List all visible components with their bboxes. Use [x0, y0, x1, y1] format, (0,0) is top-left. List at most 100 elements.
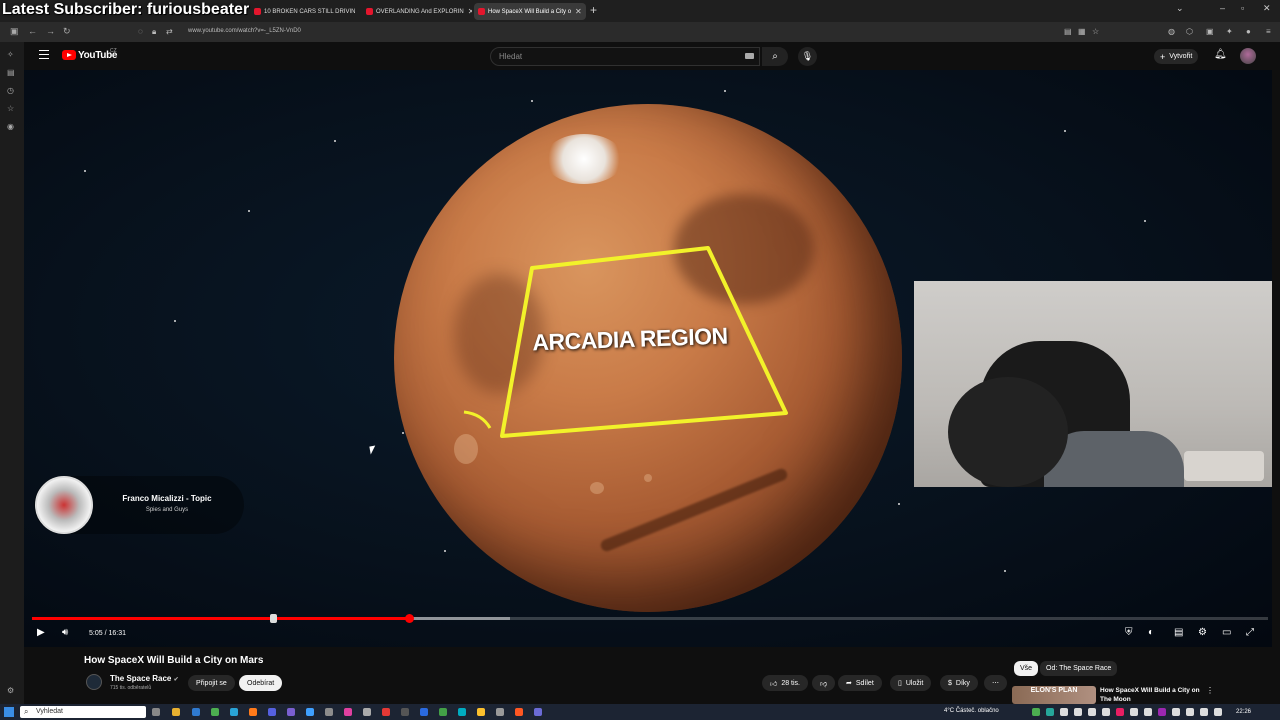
tray-icon[interactable]: [1158, 708, 1166, 716]
sidebar-bookmarks-icon[interactable]: ☆: [7, 104, 14, 113]
minimize-icon[interactable]: –: [1220, 3, 1225, 13]
notifications-bell-icon[interactable]: 🔔︎: [1214, 49, 1227, 60]
menu-icon[interactable]: ≡: [1266, 27, 1271, 36]
tab-broken-cars[interactable]: 10 BROKEN CARS STILL DRIVIN ✕: [250, 3, 360, 20]
settings-icon[interactable]: ⚙: [1198, 627, 1207, 638]
brave-browser-icon[interactable]: [515, 708, 523, 716]
tray-icon[interactable]: [1060, 708, 1068, 716]
search-button[interactable]: ⌕: [762, 47, 788, 66]
app-icon[interactable]: [306, 708, 314, 716]
app-icon[interactable]: [287, 708, 295, 716]
sponsor-shield-icon[interactable]: ⛨: [1125, 627, 1133, 638]
thanks-button[interactable]: $ Díky: [940, 675, 978, 691]
weather-widget[interactable]: 4°C Částeč. oblačno: [944, 708, 999, 714]
app-icon[interactable]: [230, 708, 238, 716]
sidebar-wallet-icon[interactable]: ▤: [7, 68, 15, 77]
task-view-icon[interactable]: [152, 708, 160, 716]
volume-icon[interactable]: 🔊︎: [62, 627, 68, 638]
theater-mode-icon[interactable]: ▭: [1222, 627, 1231, 638]
sidebar-toggle-icon[interactable]: ▣: [10, 26, 19, 37]
taskbar-search[interactable]: ⌕ Vyhledat: [20, 706, 146, 718]
app-icon[interactable]: [420, 708, 428, 716]
extension-icon[interactable]: ▣: [1206, 27, 1214, 36]
save-button[interactable]: ▯ Uložit: [890, 675, 932, 691]
keyboard-icon[interactable]: [745, 53, 754, 59]
forward-icon[interactable]: →: [46, 26, 55, 36]
share-button[interactable]: ➦ Sdílet: [838, 675, 882, 691]
bookmark-star-icon[interactable]: ☆: [1092, 27, 1099, 36]
sidebar-extension-icon[interactable]: ◉: [7, 122, 14, 131]
app-icon[interactable]: [249, 708, 257, 716]
channel-name[interactable]: The Space Race ✔: [110, 674, 179, 683]
video-player[interactable]: ARCADIA REGION Franco Micalizzi - Topic …: [24, 70, 1272, 647]
app-icon[interactable]: [382, 708, 390, 716]
chrome-icon[interactable]: [211, 708, 219, 716]
back-icon[interactable]: ←: [28, 26, 37, 36]
reload-icon[interactable]: ↻: [63, 26, 71, 37]
app-icon[interactable]: [458, 708, 466, 716]
tab-overlanding[interactable]: OVERLANDING And EXPLORIN ✕: [362, 3, 472, 20]
windows-start-icon[interactable]: [4, 707, 14, 717]
file-explorer-icon[interactable]: [172, 708, 180, 716]
app-icon[interactable]: [363, 708, 371, 716]
sidebar-history-icon[interactable]: ◷: [7, 86, 14, 95]
tray-icon[interactable]: [1102, 708, 1110, 716]
shield-icon[interactable]: ◌: [138, 27, 143, 36]
subtitles-icon[interactable]: ▤: [1174, 627, 1183, 638]
app-icon[interactable]: [268, 708, 276, 716]
tray-icon[interactable]: [1144, 708, 1152, 716]
recommendation-title[interactable]: How SpaceX Will Build a City on The Moon: [1100, 686, 1210, 704]
tab-list-icon[interactable]: ⌄: [1176, 3, 1184, 14]
clock[interactable]: 22:26: [1236, 709, 1251, 715]
play-icon[interactable]: ▶: [37, 627, 45, 638]
app-icon[interactable]: [192, 708, 200, 716]
app-icon[interactable]: [477, 708, 485, 716]
tray-icon[interactable]: [1186, 708, 1194, 716]
recommendation-thumbnail[interactable]: ELON'S PLAN: [1012, 686, 1096, 704]
music-card[interactable]: Franco Micalizzi - Topic Spies and Guys: [34, 476, 244, 534]
chip-from-channel[interactable]: Od: The Space Race: [1040, 661, 1118, 676]
tray-icon[interactable]: [1032, 708, 1040, 716]
maximize-icon[interactable]: ▫: [1241, 3, 1244, 13]
subscribe-button[interactable]: Odebírat: [239, 675, 283, 691]
autoplay-toggle-icon[interactable]: ◐: [1148, 627, 1154, 638]
chip-all[interactable]: Vše: [1014, 661, 1039, 676]
app-icon[interactable]: [344, 708, 352, 716]
extension-icon[interactable]: ●: [1246, 27, 1251, 36]
fullscreen-icon[interactable]: ⤢: [1246, 627, 1254, 638]
tray-icon[interactable]: [1074, 708, 1082, 716]
sidebar-settings-icon[interactable]: ⚙: [7, 686, 14, 695]
create-button[interactable]: + Vytvořit: [1154, 49, 1199, 64]
sidebar-ai-icon[interactable]: ✧: [7, 50, 14, 59]
volume-tray-icon[interactable]: [1214, 708, 1222, 716]
menu-hamburger-icon[interactable]: [39, 50, 49, 59]
reader-icon[interactable]: ▤: [1064, 27, 1072, 36]
app-icon[interactable]: [534, 708, 542, 716]
app-icon[interactable]: [401, 708, 409, 716]
screenshot-icon[interactable]: ▦: [1078, 27, 1086, 36]
app-icon[interactable]: [439, 708, 447, 716]
close-icon[interactable]: ✕: [575, 7, 582, 16]
like-button[interactable]: 👍︎ 28 tis.: [762, 675, 809, 691]
url-field[interactable]: www.youtube.com/watch?v=-_L5ZN-VnD0: [188, 28, 301, 34]
tray-icon[interactable]: [1116, 708, 1124, 716]
permissions-icon[interactable]: ⇄: [166, 27, 173, 36]
tab-spacex-city[interactable]: How SpaceX Will Build a City o ✕: [474, 3, 586, 20]
close-window-icon[interactable]: ✕: [1263, 3, 1271, 14]
join-button[interactable]: Připojit se: [188, 675, 235, 691]
extension-icon[interactable]: ✦: [1226, 27, 1233, 36]
progress-bar[interactable]: [32, 614, 1268, 623]
new-tab-icon[interactable]: +: [590, 3, 597, 17]
account-icon[interactable]: ◍: [1168, 27, 1175, 36]
search-input[interactable]: Hledat: [490, 47, 760, 66]
channel-avatar[interactable]: [86, 674, 102, 690]
extensions-icon[interactable]: ⬡: [1186, 27, 1193, 36]
tray-icon[interactable]: [1088, 708, 1096, 716]
lock-icon[interactable]: 🔒︎: [152, 27, 156, 37]
voice-search-button[interactable]: 🎙︎: [798, 47, 817, 66]
app-icon[interactable]: [325, 708, 333, 716]
app-icon[interactable]: [496, 708, 504, 716]
close-icon[interactable]: ✕: [468, 7, 472, 16]
recommendation-menu-icon[interactable]: ⋮: [1206, 686, 1214, 695]
tray-icon[interactable]: [1130, 708, 1138, 716]
